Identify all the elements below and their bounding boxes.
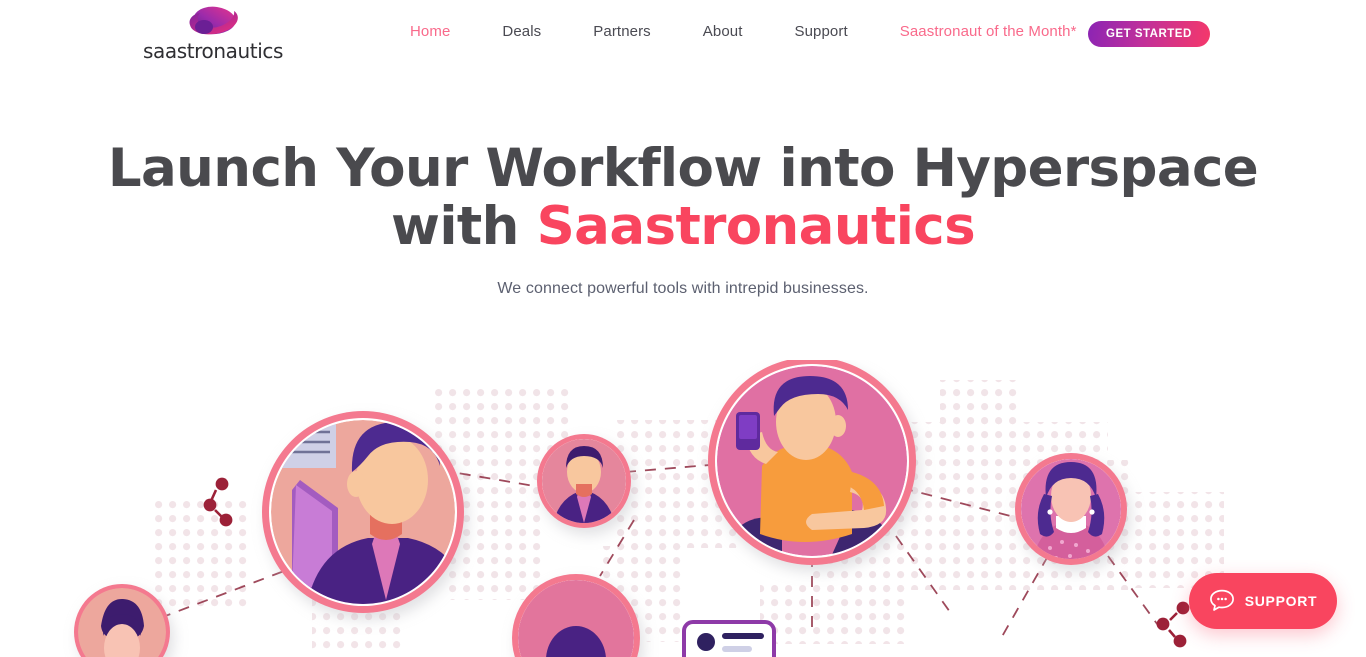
hero-subtitle: We connect powerful tools with intrepid … <box>497 280 869 297</box>
hero-illustration <box>0 360 1366 657</box>
hero-title-brand-word: Saastronautics <box>536 196 976 257</box>
support-button[interactable]: SUPPORT <box>1189 573 1337 629</box>
hero-title-line1: Launch Your Workflow into Hyperspace <box>107 138 1259 199</box>
page-title: Launch Your Workflow into Hyperspace wit… <box>0 140 1366 256</box>
nav-item-deals[interactable]: Deals <box>502 23 541 40</box>
get-started-button[interactable]: GET STARTED <box>1088 21 1210 47</box>
site-header: saastronautics Home Deals Partners About… <box>0 0 1366 70</box>
nav-item-partners[interactable]: Partners <box>593 23 651 40</box>
hero-title-line2-prefix: with <box>390 196 537 257</box>
main-navigation: Home Deals Partners About Support Saastr… <box>410 23 1111 40</box>
contact-card-icon <box>682 620 776 657</box>
planet-logo-icon <box>184 4 242 38</box>
chat-bubble-icon <box>1209 588 1235 615</box>
nav-item-saastronaut-of-the-month[interactable]: Saastronaut of the Month* <box>900 23 1077 40</box>
share-node-icon <box>1156 601 1190 648</box>
nav-item-home[interactable]: Home <box>410 23 450 40</box>
brand-name-text: saastronautics <box>142 39 284 63</box>
nav-item-about[interactable]: About <box>703 23 743 40</box>
nav-item-support[interactable]: Support <box>794 23 847 40</box>
brand-logo[interactable]: saastronautics <box>143 4 283 63</box>
landing-page: saastronautics Home Deals Partners About… <box>0 0 1366 657</box>
hero-section: Launch Your Workflow into Hyperspace wit… <box>0 140 1366 298</box>
support-button-label: SUPPORT <box>1244 593 1318 609</box>
